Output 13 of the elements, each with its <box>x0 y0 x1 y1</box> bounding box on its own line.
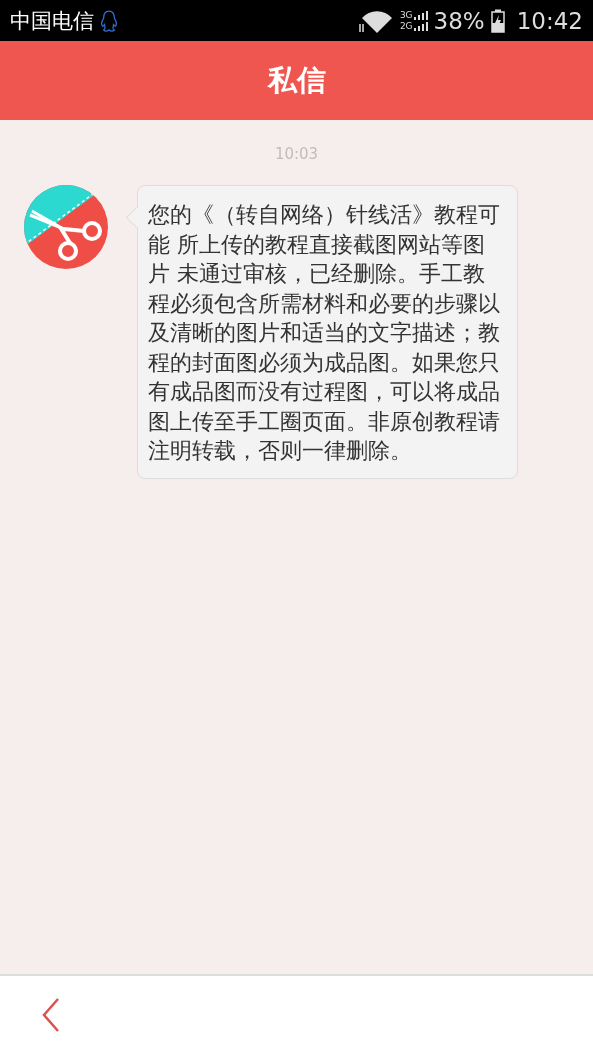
signal-icon <box>413 22 428 31</box>
back-button[interactable] <box>42 997 60 1033</box>
network-label: 2G <box>399 21 413 31</box>
battery-percent: 38% <box>433 7 485 34</box>
battery-charging-icon <box>490 8 505 33</box>
page-title: 私信 <box>267 61 326 99</box>
back-icon <box>42 997 60 1033</box>
clock: 10:42 <box>516 7 583 34</box>
penguin-icon <box>100 8 118 33</box>
network-label: 3G <box>399 10 413 20</box>
signal-icon <box>413 11 428 20</box>
message-text: 您的《（转自网络）针线活》教程可能 所上传的教程直接截图网站等图片 未通过审核，已经删除。手工教程必须包含所需材料和必要的步骤以及清晰的图片和适当的文字描述；教程的封面图必须为成品图。如果您只有成品图而没有过程图，可以将成品图上传至手工圈页面。非原创教程请注明转载，否则一律删除。 <box>148 201 500 465</box>
carrier-name: 中国电信 <box>10 7 94 35</box>
